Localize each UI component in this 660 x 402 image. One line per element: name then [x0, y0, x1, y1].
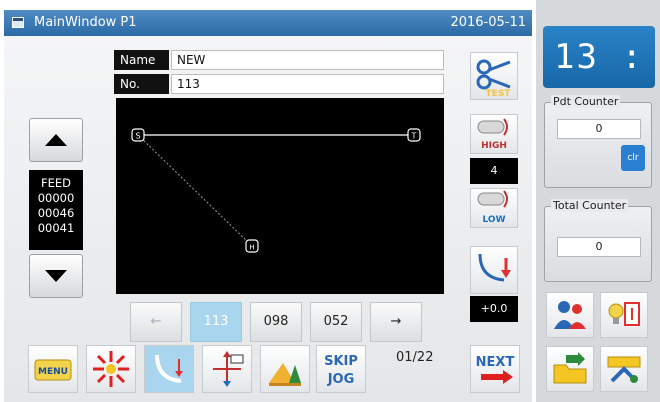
move-button[interactable]: [202, 345, 252, 393]
page-counter: 01/22: [396, 350, 434, 365]
number-label: No.: [114, 74, 169, 94]
stitch-line-diagonal: [137, 134, 253, 247]
svg-text:TEST: TEST: [486, 89, 512, 98]
page-item-098[interactable]: 098: [250, 302, 302, 342]
number-field[interactable]: 113: [171, 74, 444, 94]
test-button[interactable]: TEST: [470, 52, 518, 100]
feed-value-1: 00000: [37, 191, 75, 205]
arrow-up-icon: [45, 134, 67, 146]
point-end-label: T: [411, 132, 417, 141]
feed-title: FEED: [40, 176, 71, 190]
total-counter-title: Total Counter: [551, 199, 629, 212]
point-start[interactable]: S: [131, 128, 145, 142]
svg-text:LOW: LOW: [483, 215, 506, 225]
page-item-052[interactable]: 052: [310, 302, 362, 342]
offset-value: +0.0: [470, 296, 518, 322]
landscape-button[interactable]: [260, 345, 310, 393]
feed-up-button[interactable]: [29, 118, 83, 162]
next-button[interactable]: NEXT: [470, 345, 520, 393]
skip-jog-icon: SKIP JOG: [324, 354, 358, 387]
clock-display: 13 : 15: [543, 26, 655, 139]
pdt-counter-value[interactable]: 0: [557, 119, 641, 139]
total-counter-value[interactable]: 0: [557, 237, 641, 257]
presser-foot-icon: [155, 354, 183, 383]
page-prev-button[interactable]: ←: [130, 302, 182, 342]
name-label: Name: [114, 50, 169, 70]
tension-high-button[interactable]: HIGH: [470, 114, 518, 154]
origin-sun-icon: [93, 351, 129, 387]
svg-text:SKIP: SKIP: [324, 354, 358, 369]
users-icon: [554, 301, 586, 329]
total-counter-group: Total Counter 0: [544, 199, 652, 282]
presser-foot-button[interactable]: [144, 345, 194, 393]
point-start-label: S: [135, 132, 140, 141]
tension-value: 4: [470, 158, 518, 184]
tension-low-icon: LOW: [477, 190, 508, 225]
tools-settings-icon: [607, 356, 641, 383]
page-next-button[interactable]: →: [370, 302, 422, 342]
tension-high-icon: HIGH: [477, 118, 508, 151]
window-date: 2016-05-11: [450, 15, 526, 30]
bulb-info-icon: [608, 302, 640, 326]
info-button[interactable]: [600, 292, 648, 338]
window-icon: [12, 17, 24, 28]
arrow-down-icon: [45, 270, 67, 282]
menu-icon: MENU: [34, 359, 72, 381]
point-end[interactable]: T: [407, 128, 421, 142]
user-button[interactable]: [546, 292, 594, 338]
svg-text:HIGH: HIGH: [481, 141, 507, 151]
presser-down-icon: [478, 253, 511, 282]
pdt-counter-group: Pdt Counter 0 clr: [544, 95, 652, 188]
point-home[interactable]: H: [245, 239, 259, 253]
feed-down-button[interactable]: [29, 254, 83, 298]
folder-button[interactable]: [546, 346, 594, 392]
tension-low-button[interactable]: LOW: [470, 188, 518, 228]
feed-value-3: 00041: [37, 221, 75, 235]
name-field[interactable]: NEW: [171, 50, 444, 70]
presser-down-button[interactable]: [470, 246, 518, 294]
pdt-counter-title: Pdt Counter: [551, 95, 621, 108]
next-arrow-icon: NEXT: [476, 355, 515, 384]
point-home-label: H: [249, 244, 254, 252]
svg-text:JOG: JOG: [327, 372, 355, 387]
svg-text:NEXT: NEXT: [476, 355, 515, 370]
menu-button[interactable]: MENU: [28, 345, 78, 393]
scissors-icon: TEST: [476, 59, 512, 98]
window-title: MainWindow P1: [34, 15, 137, 30]
origin-button[interactable]: [86, 345, 136, 393]
clear-button[interactable]: clr: [621, 145, 645, 171]
page-item-113[interactable]: 113: [190, 302, 242, 342]
tool-settings-button[interactable]: [600, 346, 648, 392]
skip-jog-button[interactable]: SKIP JOG: [316, 345, 366, 393]
feed-value-2: 00046: [37, 206, 75, 220]
landscape-icon: [269, 363, 301, 386]
folder-transfer-icon: [553, 352, 587, 384]
feed-display: FEED 00000 00046 00041: [29, 170, 83, 250]
svg-text:MENU: MENU: [38, 367, 68, 377]
title-bar: MainWindow P1 2016-05-11: [4, 10, 532, 36]
move-arrows-icon: [213, 351, 244, 387]
pattern-canvas[interactable]: S T H: [116, 98, 444, 294]
